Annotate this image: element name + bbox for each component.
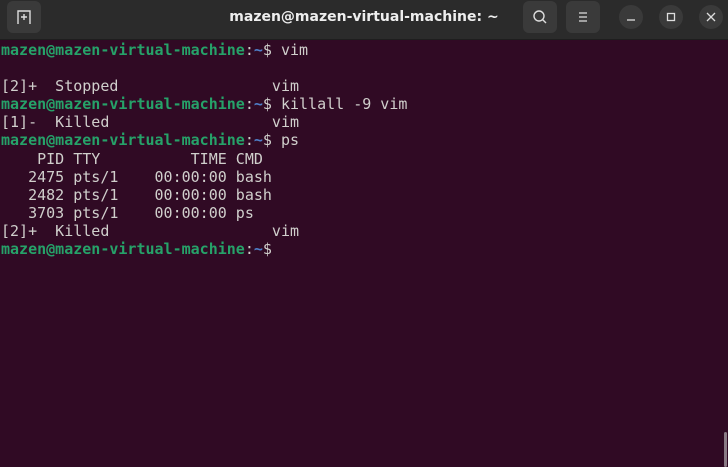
search-button[interactable] [523, 1, 557, 33]
output-line: [2]+ Killed vim [1, 221, 300, 240]
prompt-colon: : [244, 41, 254, 59]
prompt-dollar: $ [262, 41, 281, 59]
command-text: killall -9 vim [280, 95, 408, 114]
user-host: mazen@mazen-virtual-machine [1, 95, 245, 114]
prompt-dollar: $ [262, 240, 281, 259]
close-button[interactable] [699, 5, 723, 29]
prompt-path: ~ [253, 131, 263, 150]
prompt-colon: : [244, 95, 254, 114]
minimize-button[interactable] [619, 5, 643, 29]
prompt-line: mazen@mazen-virtual-machine:~$ ps [1, 131, 407, 149]
prompt-dollar: $ [262, 131, 281, 150]
prompt-path: ~ [253, 240, 263, 259]
user-host: mazen@mazen-virtual-machine [1, 240, 245, 259]
command-text: ps [280, 131, 300, 150]
maximize-button[interactable] [659, 5, 683, 29]
prompt-line: mazen@mazen-virtual-machine:~$ vim [1, 41, 407, 59]
prompt-colon: : [244, 131, 254, 150]
command-text: vim [280, 41, 309, 59]
minimize-icon [627, 19, 635, 21]
prompt-dollar: $ [262, 95, 281, 114]
output-line: [2]+ Stopped vim [1, 77, 300, 96]
prompt-line: mazen@mazen-virtual-machine:~$ [1, 240, 407, 258]
output-line: [1]- Killed vim [1, 113, 300, 132]
prompt-colon: : [244, 240, 254, 259]
terminal-output[interactable]: mazen@mazen-virtual-machine:~$ vim [2]+ S… [1, 41, 407, 258]
output-line: 2482 pts/1 00:00:00 bash [1, 185, 272, 204]
user-host: mazen@mazen-virtual-machine [1, 131, 245, 150]
menu-button[interactable] [566, 1, 600, 33]
hamburger-menu-icon [579, 12, 587, 22]
scrollbar[interactable] [724, 432, 727, 467]
search-icon [533, 10, 547, 24]
prompt-path: ~ [253, 95, 263, 114]
user-host: mazen@mazen-virtual-machine [1, 41, 245, 59]
close-icon [706, 12, 716, 22]
prompt-line: mazen@mazen-virtual-machine:~$ killall -… [1, 95, 407, 113]
title-bar: mazen@mazen-virtual-machine: ~ [0, 0, 728, 40]
prompt-path: ~ [253, 41, 263, 59]
maximize-icon [666, 12, 676, 22]
output-line: PID TTY TIME CMD [1, 149, 263, 168]
output-line: 3703 pts/1 00:00:00 ps [1, 203, 254, 222]
output-line: 2475 pts/1 00:00:00 bash [1, 167, 272, 186]
